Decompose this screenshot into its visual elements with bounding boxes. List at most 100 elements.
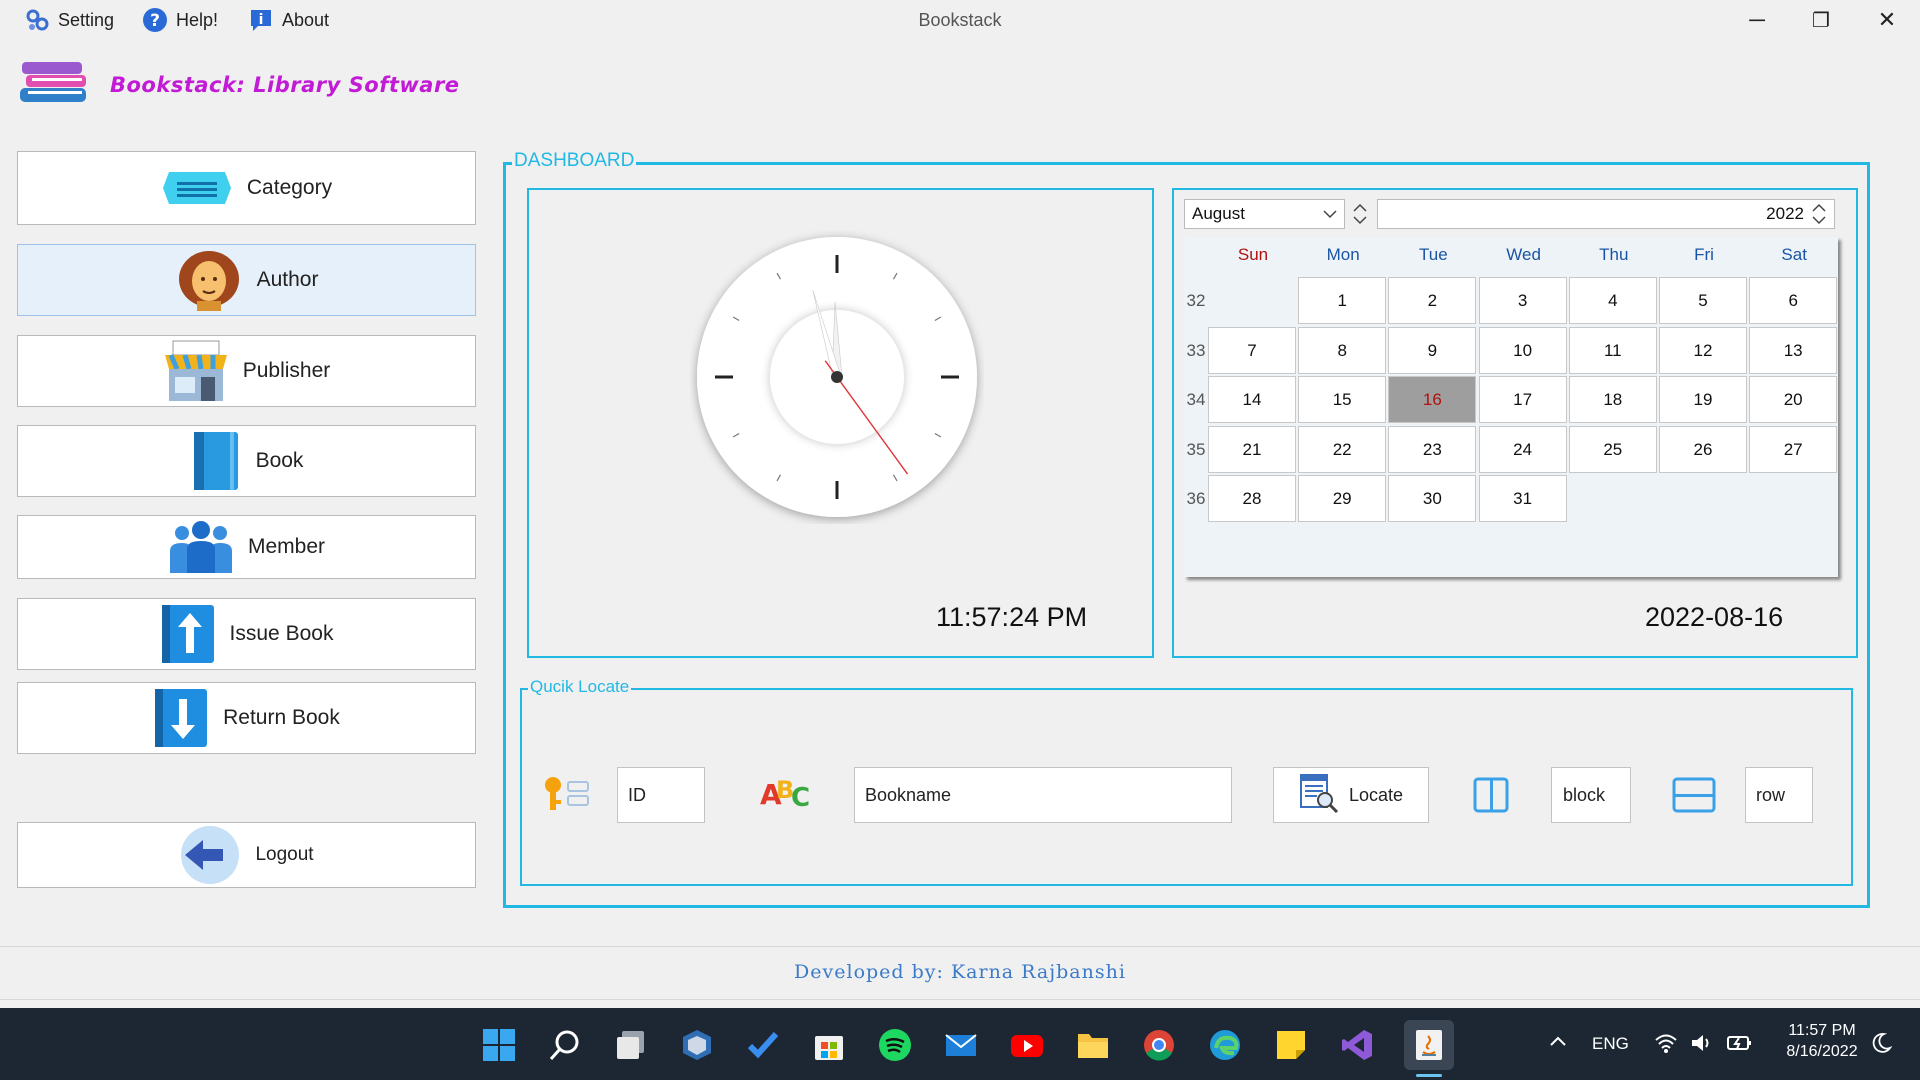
java-icon[interactable]: [1404, 1020, 1454, 1070]
youtube-icon[interactable]: [1008, 1026, 1046, 1064]
gear-icon: [24, 7, 50, 33]
month-spinner[interactable]: [1348, 199, 1372, 229]
sidebar-item-label: Return Book: [223, 706, 340, 729]
row-field[interactable]: row: [1745, 767, 1813, 823]
chevron-up-icon[interactable]: [1548, 1032, 1568, 1057]
sidebar-item-publisher[interactable]: Publisher: [17, 335, 476, 407]
calendar-day-cell[interactable]: 21: [1208, 425, 1296, 473]
sidebar-item-author[interactable]: Author: [17, 244, 476, 316]
store-icon[interactable]: [810, 1026, 848, 1064]
bookname-field[interactable]: Bookname: [854, 767, 1232, 823]
todo-icon[interactable]: [744, 1026, 782, 1064]
language-indicator[interactable]: ENG: [1592, 1034, 1629, 1054]
issue-book-icon: [160, 603, 216, 665]
block-field[interactable]: block: [1551, 767, 1631, 823]
virtualbox-icon[interactable]: [678, 1026, 716, 1064]
calendar-day-cell[interactable]: 14: [1208, 376, 1296, 423]
sidebar-item-category[interactable]: Category: [17, 151, 476, 225]
taskbar-clock[interactable]: 11:57 PM 8/16/2022: [1782, 1022, 1862, 1061]
notification-moon-icon[interactable]: [1870, 1032, 1893, 1059]
svg-text:?: ?: [150, 11, 160, 31]
minimize-button[interactable]: ─: [1726, 0, 1788, 40]
calendar-day-cell[interactable]: 16: [1388, 376, 1477, 423]
calendar-day-cell[interactable]: 18: [1568, 376, 1657, 423]
battery-icon[interactable]: [1726, 1032, 1754, 1059]
calendar-day-cell[interactable]: 7: [1208, 326, 1296, 374]
menu-help-label: Help!: [176, 9, 219, 30]
file-explorer-icon[interactable]: [1074, 1026, 1112, 1064]
sidebar-item-book[interactable]: Book: [17, 425, 476, 497]
wifi-icon[interactable]: [1654, 1032, 1678, 1059]
maximize-button[interactable]: ❐: [1790, 0, 1852, 40]
author-icon: [175, 249, 243, 311]
chrome-icon[interactable]: [1140, 1026, 1178, 1064]
calendar-empty-cell: [1749, 475, 1838, 522]
calendar-day-cell[interactable]: 27: [1749, 425, 1838, 473]
return-book-icon: [153, 687, 209, 749]
spinner-arrows-icon[interactable]: [1807, 200, 1831, 237]
calendar-day-cell[interactable]: 29: [1298, 475, 1387, 522]
visual-studio-icon[interactable]: [1338, 1026, 1376, 1064]
calendar-day-cell[interactable]: 10: [1478, 326, 1567, 374]
chevron-down-icon: [1322, 200, 1338, 237]
locate-button[interactable]: Locate: [1273, 767, 1429, 823]
id-field[interactable]: ID: [617, 767, 705, 823]
logout-button[interactable]: Logout: [17, 822, 476, 888]
calendar-day-cell[interactable]: 25: [1568, 425, 1657, 473]
menu-help[interactable]: ? Help!: [142, 0, 218, 40]
books-logo-icon: [18, 58, 92, 111]
sticky-notes-icon[interactable]: [1272, 1026, 1310, 1064]
calendar-day-cell[interactable]: 24: [1478, 425, 1567, 473]
day-header-tue: Tue: [1419, 245, 1448, 264]
calendar-day-cell[interactable]: 31: [1478, 475, 1567, 522]
sidebar-item-label: Category: [246, 176, 333, 199]
calendar-day-cell[interactable]: 4: [1568, 277, 1657, 324]
publisher-icon: [163, 339, 229, 403]
windows-start-icon[interactable]: [480, 1026, 518, 1064]
edge-icon[interactable]: [1206, 1026, 1244, 1064]
year-spinner[interactable]: 2022: [1377, 199, 1835, 229]
day-header-thu: Thu: [1599, 245, 1629, 264]
calendar-day-cell[interactable]: 11: [1568, 326, 1657, 374]
calendar-day-cell[interactable]: 6: [1749, 277, 1838, 324]
sidebar-item-return-book[interactable]: Return Book: [17, 682, 476, 754]
calendar-day-cell[interactable]: 20: [1749, 376, 1838, 423]
help-icon: ?: [142, 7, 168, 33]
calendar-day-cell[interactable]: 8: [1298, 326, 1387, 374]
calendar-day-cell[interactable]: 12: [1659, 326, 1747, 374]
calendar-day-cell[interactable]: 22: [1298, 425, 1387, 473]
volume-icon[interactable]: [1690, 1032, 1714, 1059]
search-icon[interactable]: [546, 1026, 584, 1064]
calendar-day-cell[interactable]: 15: [1298, 376, 1387, 423]
calendar-day-cell[interactable]: 9: [1388, 326, 1477, 374]
calendar-day-cell[interactable]: 28: [1208, 475, 1296, 522]
sidebar-item-issue-book[interactable]: Issue Book: [17, 598, 476, 670]
category-icon: [161, 166, 233, 210]
calendar-day-cell[interactable]: 2: [1388, 277, 1477, 324]
month-select[interactable]: August: [1184, 199, 1345, 229]
menu-about[interactable]: i About: [248, 0, 329, 40]
task-view-icon[interactable]: [612, 1026, 650, 1064]
digital-time: 11:57:24 PM: [936, 602, 1088, 632]
calendar-day-cell[interactable]: 3: [1478, 277, 1567, 324]
key-icon: [542, 776, 590, 817]
mail-icon[interactable]: [942, 1026, 980, 1064]
calendar-day-cell[interactable]: 23: [1388, 425, 1477, 473]
calendar-day-cell[interactable]: 26: [1659, 425, 1747, 473]
calendar-day-cell[interactable]: 30: [1388, 475, 1477, 522]
menu-setting-label: Setting: [58, 9, 115, 30]
calendar-day-cell[interactable]: 17: [1478, 376, 1567, 423]
calendar-day-cell[interactable]: 5: [1659, 277, 1747, 324]
sidebar-item-member[interactable]: Member: [17, 515, 476, 579]
book-icon: [190, 430, 242, 492]
menu-setting[interactable]: Setting: [24, 0, 114, 40]
close-button[interactable]: ✕: [1856, 0, 1918, 40]
sidebar-item-label: Book: [255, 449, 304, 472]
spotify-icon[interactable]: [876, 1026, 914, 1064]
calendar-day-cell[interactable]: 19: [1659, 376, 1747, 423]
quick-locate-title: Qucik Locate: [528, 677, 632, 697]
calendar-grid: Sun Mon Tue Wed Thu Fri Sat 32 1 2 3 4 5 6 33 7 8 9 10 11 12…: [1184, 237, 1838, 577]
calendar-empty-cell: [1659, 475, 1747, 522]
calendar-day-cell[interactable]: 1: [1298, 277, 1387, 324]
calendar-day-cell[interactable]: 13: [1749, 326, 1838, 374]
